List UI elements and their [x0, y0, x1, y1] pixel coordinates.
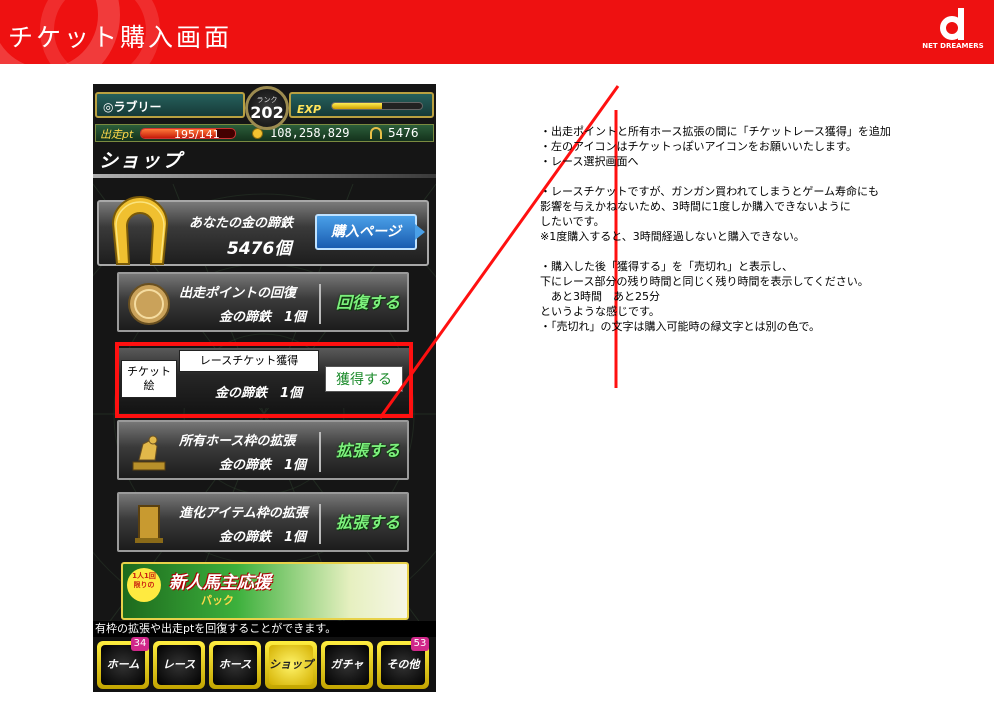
note-line: ・左のアイコンはチケットっぽいアイコンをお願いいたします。 — [540, 140, 857, 153]
ticket-picture-placeholder: チケット 絵 — [121, 360, 177, 398]
horse-trophy-icon — [132, 435, 166, 471]
slide-header: チケット購入画面 NET DREAMERS — [0, 0, 994, 64]
note-line — [540, 244, 980, 259]
nav-other-badge: 53 — [411, 637, 429, 651]
note-line: あと3時間 あと25分 — [540, 290, 660, 303]
buy-page-button[interactable]: 購入ページ — [315, 214, 425, 250]
nav-race-label: レース — [157, 645, 201, 685]
screen-title: ショップ — [99, 150, 184, 172]
gold-horseshoe-count: 5476個 — [227, 239, 292, 259]
brand-logo: NET DREAMERS — [918, 8, 988, 58]
ticket-title: レースチケット獲得 — [179, 350, 319, 372]
gold-horseshoe-label: あなたの金の蹄鉄 — [189, 216, 294, 231]
expand-horse-button[interactable]: 拡張する — [327, 436, 409, 466]
note-line: 影響を与えかねないため、3時間に1度しか購入できないように — [540, 200, 851, 213]
nav-other-button[interactable]: 53 その他 — [377, 637, 429, 689]
shop-item-evolution-slot: 進化アイテム枠の拡張 金の蹄鉄 1個 拡張する — [117, 492, 409, 552]
nav-home-label: ホーム — [101, 645, 145, 685]
nav-home-button[interactable]: 34 ホーム — [97, 637, 149, 689]
brand-d-icon — [936, 8, 970, 42]
money-value: 108,258,829 — [270, 126, 350, 140]
gold-horseshoe-icon — [111, 196, 169, 265]
slide-title: チケット購入画面 — [8, 23, 233, 52]
nav-shop-label: ショップ — [269, 645, 313, 685]
exp-label: EXP — [297, 103, 322, 116]
status-top-bar: ◎ラブリー ランク 202 EXP — [95, 86, 434, 130]
ticket-row: チケット 絵 レースチケット獲得 金の蹄鉄 1個 獲得する — [115, 348, 411, 408]
note-line — [540, 169, 980, 184]
bottom-nav: 34 ホーム レース ホース ショップ ガチャ 53 その他 — [93, 637, 436, 692]
nav-other-label: その他 — [381, 645, 425, 685]
nav-home-badge: 34 — [131, 637, 149, 651]
note-line: ・「売切れ」の文字は購入可能時の緑文字とは別の色で。 — [540, 320, 821, 333]
user-name: ◎ラブリー — [95, 92, 245, 118]
gold-horseshoe-panel: あなたの金の蹄鉄 5476個 購入ページ — [97, 196, 429, 266]
rank-badge: ランク 202 — [245, 86, 289, 130]
note-line: したいです。 — [540, 215, 605, 228]
recover-button[interactable]: 回復する — [327, 288, 409, 318]
nav-horse-label: ホース — [213, 645, 257, 685]
item-name: 進化アイテム枠の拡張 — [179, 506, 308, 521]
horseshoe-small-icon — [370, 127, 382, 139]
shop-item-pt-recovery: 出走ポイントの回復 金の蹄鉄 1個 回復する — [117, 272, 409, 332]
item-name: 出走ポイントの回復 — [179, 286, 297, 301]
item-cost: 金の蹄鉄 1個 — [219, 530, 307, 545]
note-line: 下にレース部分の残り時間と同じく残り時間を表示してください。 — [540, 275, 869, 288]
horseshoe-count: 5476 — [388, 126, 419, 140]
pt-value: 195/141 — [174, 128, 220, 141]
expand-item-button[interactable]: 拡張する — [327, 508, 409, 538]
banner-badge-line-2: 限りの — [133, 581, 155, 589]
exp-bar-fill — [332, 103, 382, 109]
item-divider — [319, 432, 321, 472]
shop-item-horse-slot: 所有ホース枠の拡張 金の蹄鉄 1個 拡張する — [117, 420, 409, 480]
item-box-icon — [135, 505, 163, 543]
banner-subtitle: パック — [201, 594, 234, 607]
ticket-picture-label-1: チケット — [127, 365, 171, 378]
item-cost: 金の蹄鉄 1個 — [219, 310, 307, 325]
note-line: ・レースチケットですが、ガンガン買われてしまうとゲーム寿命にも — [540, 185, 880, 198]
nav-shop-button[interactable]: ショップ — [265, 641, 317, 689]
coin-icon — [252, 128, 263, 139]
phone-screenshot: ◎ラブリー ランク 202 EXP 出走pt 195/141 108,258,8… — [93, 84, 436, 692]
spec-notes: ・出走ポイントと所有ホース拡張の間に「チケットレース獲得」を追加 ・左のアイコン… — [540, 124, 980, 334]
item-divider — [319, 504, 321, 544]
nav-gacha-button[interactable]: ガチャ — [321, 641, 373, 689]
nav-horse-button[interactable]: ホース — [209, 641, 261, 689]
note-line: ※1度購入すると、3時間経過しないと購入できない。 — [540, 230, 805, 243]
banner-badge-line-1: 1人1回 — [132, 572, 156, 580]
item-divider — [319, 284, 321, 324]
note-line: ・出走ポイントと所有ホース拡張の間に「チケットレース獲得」を追加 — [540, 125, 891, 138]
new-owner-pack-banner[interactable]: 1人1回 限りの 新人馬主応援 パック — [121, 562, 409, 620]
horseshoe-pt-icon — [128, 283, 170, 325]
pt-label: 出走pt — [100, 128, 134, 141]
note-line: というような感じです。 — [540, 305, 660, 318]
nav-race-button[interactable]: レース — [153, 641, 205, 689]
exp-bar — [331, 102, 423, 110]
brand-text: NET DREAMERS — [922, 42, 984, 50]
note-line: ・レース選択画面へ — [540, 155, 639, 168]
info-ticker: 有枠の拡張や出走ptを回復することができます。 — [93, 621, 436, 637]
item-cost: 金の蹄鉄 1個 — [219, 458, 307, 473]
exp-box: EXP — [289, 92, 434, 118]
ticket-picture-label-2: 絵 — [143, 379, 155, 392]
ticket-acquire-button[interactable]: 獲得する — [325, 366, 403, 392]
rank-value: 202 — [250, 103, 284, 122]
note-line: ・購入した後「獲得する」を「売切れ」と表示し、 — [540, 260, 793, 273]
title-underline — [93, 174, 436, 178]
banner-badge: 1人1回 限りの — [127, 568, 161, 602]
ticket-cost: 金の蹄鉄 1個 — [215, 386, 303, 401]
banner-title: 新人馬主応援 — [169, 573, 271, 593]
item-name: 所有ホース枠の拡張 — [179, 434, 296, 449]
nav-gacha-label: ガチャ — [325, 645, 369, 685]
